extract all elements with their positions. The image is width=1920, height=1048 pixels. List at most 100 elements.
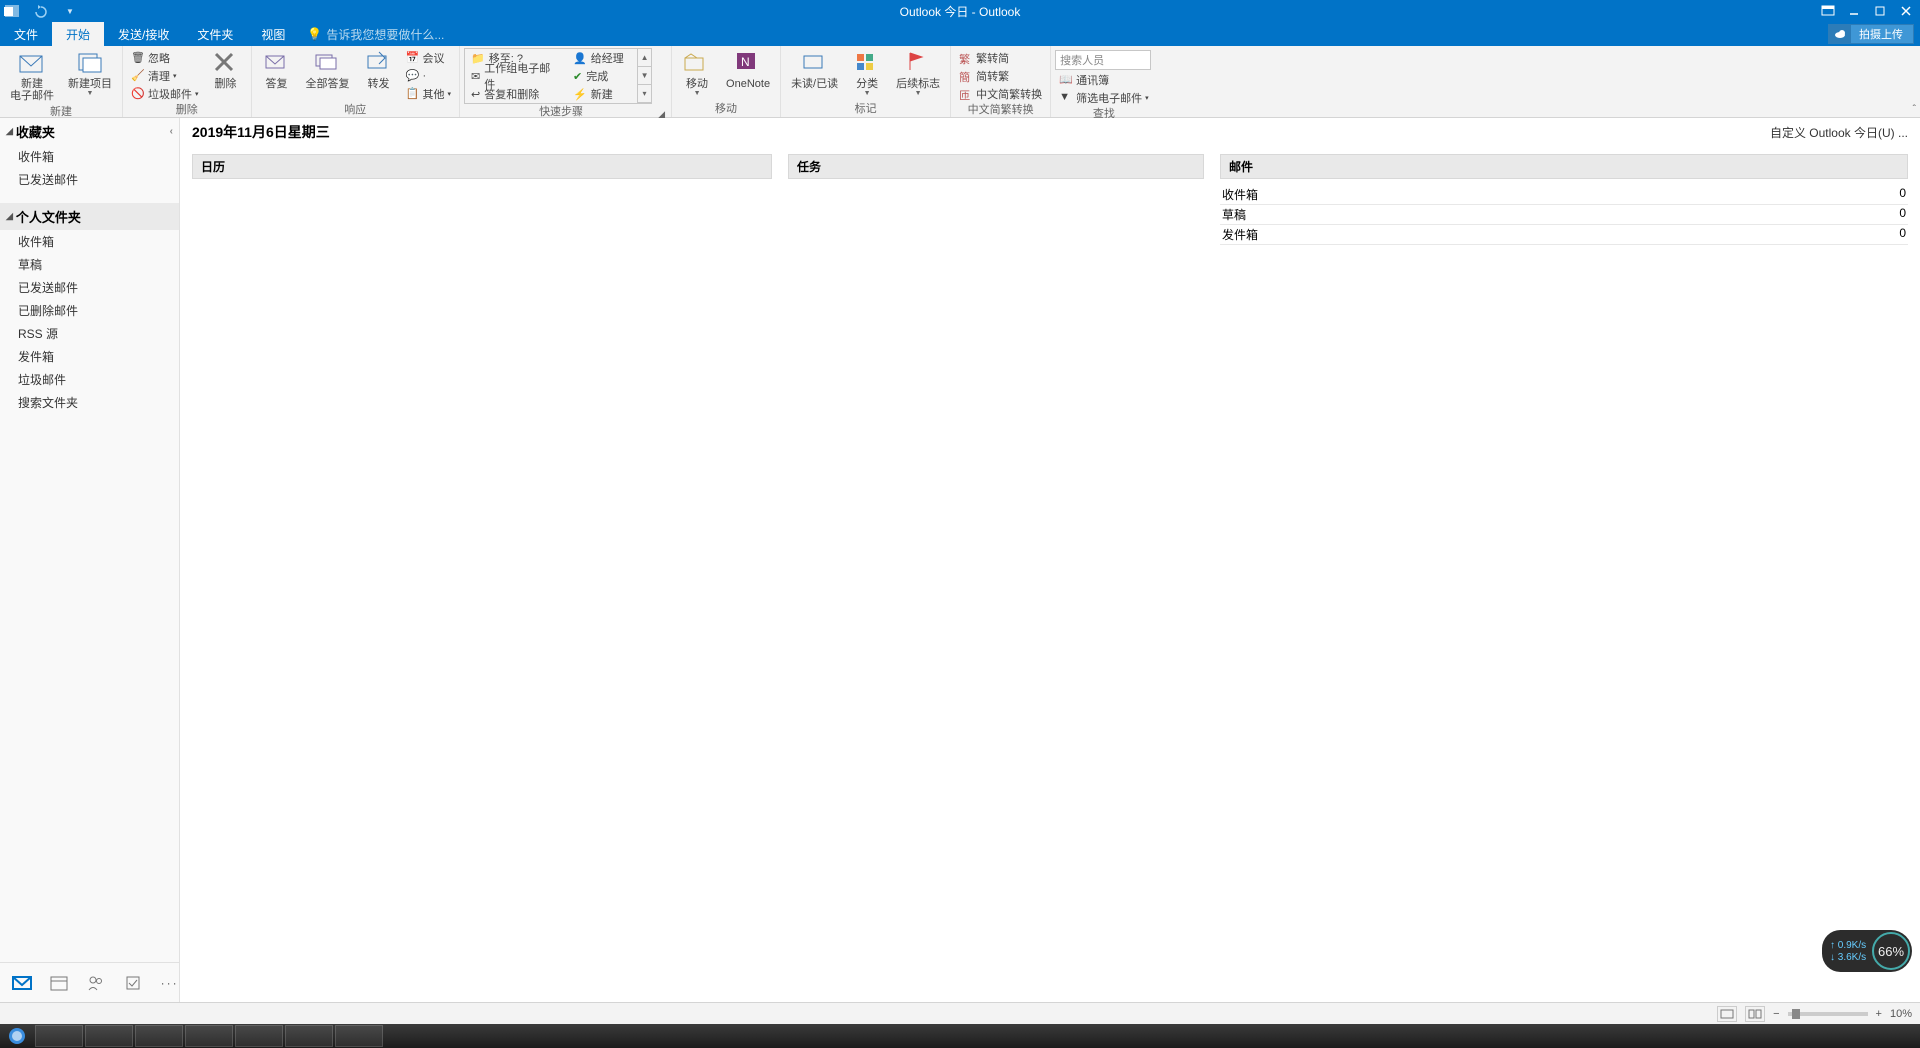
simp-to-trad-button[interactable]: 簡简转繁 xyxy=(955,68,1046,84)
move-button[interactable]: 移动▼ xyxy=(676,48,718,99)
quick-steps-gallery[interactable]: 📁移至: ? ✉工作组电子邮件 ↩答复和删除 👤给经理 ✔完成 ⚡新建 ▲▼▾ xyxy=(464,48,652,104)
delete-icon xyxy=(212,50,240,76)
fav-sent[interactable]: 已发送邮件 xyxy=(0,168,179,191)
taskbar-item[interactable] xyxy=(285,1025,333,1047)
reply-button[interactable]: 答复 xyxy=(256,48,298,92)
nav-calendar-icon[interactable] xyxy=(50,973,69,993)
move-icon xyxy=(683,50,711,76)
folder-drafts[interactable]: 草稿 xyxy=(0,253,179,276)
search-people-input[interactable]: 搜索人员 xyxy=(1055,50,1151,70)
junk-icon: 🚫 xyxy=(131,87,145,101)
ribbon-group-tags: 未读/已读 分类▼ 后续标志▼ 标记 xyxy=(781,46,951,117)
qs-scroll[interactable]: ▲▼▾ xyxy=(637,49,651,103)
taskbar-item[interactable] xyxy=(235,1025,283,1047)
zoom-in[interactable]: + xyxy=(1876,1008,1882,1020)
tab-folder[interactable]: 文件夹 xyxy=(183,22,247,46)
taskbar-item[interactable] xyxy=(185,1025,233,1047)
tab-send-receive[interactable]: 发送/接收 xyxy=(104,22,183,46)
customize-outlook-today[interactable]: 自定义 Outlook 今日(U) ... xyxy=(1770,124,1908,141)
ribbon-display-options[interactable] xyxy=(1816,1,1840,21)
qs-to-manager[interactable]: 👤给经理 xyxy=(567,49,637,67)
nav-mail-icon[interactable] xyxy=(12,973,32,993)
view-reading-button[interactable] xyxy=(1745,1006,1765,1022)
ignore-button[interactable]: 🗑忽略 xyxy=(127,50,203,66)
tab-view[interactable]: 视图 xyxy=(247,22,299,46)
maximize-button[interactable] xyxy=(1868,1,1892,21)
ribbon-group-new: 新建 电子邮件 新建项目 ▼ 新建 xyxy=(0,46,123,117)
new-email-button[interactable]: 新建 电子邮件 xyxy=(4,48,60,104)
taskbar-item[interactable] xyxy=(135,1025,183,1047)
calendar-panel: 日历 xyxy=(192,154,772,245)
ignore-icon: 🗑 xyxy=(131,51,145,65)
delete-button[interactable]: 删除 xyxy=(205,48,247,92)
onenote-icon: N xyxy=(734,50,762,76)
net-down: ↓ 3.6K/s xyxy=(1830,952,1866,963)
collapse-ribbon[interactable]: ˆ xyxy=(1913,104,1916,115)
trad-to-simp-button[interactable]: 繁繁转简 xyxy=(955,50,1046,66)
zoom-out[interactable]: − xyxy=(1773,1008,1779,1020)
chinese-convert-button[interactable]: 匝中文简繁转换 xyxy=(955,86,1046,102)
filter-email-button[interactable]: ▼筛选电子邮件▾ xyxy=(1055,90,1153,106)
reply-all-button[interactable]: 全部答复 xyxy=(300,48,356,92)
personal-folders-header[interactable]: ◢ 个人文件夹 xyxy=(0,203,179,230)
lightning-icon: ⚡ xyxy=(573,88,587,101)
close-button[interactable] xyxy=(1894,1,1918,21)
folder-deleted[interactable]: 已删除邮件 xyxy=(0,299,179,322)
tell-me-search[interactable]: 💡 告诉我您想要做什么... xyxy=(307,22,444,46)
upload-button[interactable]: 拍摄上传 xyxy=(1828,24,1914,44)
ribbon-group-move: 移动▼ N OneNote 移动 xyxy=(672,46,781,117)
taskbar-item[interactable] xyxy=(335,1025,383,1047)
zoom-slider[interactable] xyxy=(1788,1012,1868,1016)
qat-dropdown[interactable]: ▼ xyxy=(58,1,82,21)
forward-button[interactable]: 转发 xyxy=(358,48,400,92)
folder-junk[interactable]: 垃圾邮件 xyxy=(0,368,179,391)
im-button[interactable]: 💬· xyxy=(402,68,456,84)
folder-search[interactable]: 搜索文件夹 xyxy=(0,391,179,414)
tab-file[interactable]: 文件 xyxy=(0,22,52,46)
folder-outbox[interactable]: 发件箱 xyxy=(0,345,179,368)
titlebar: ▼ Outlook 今日 - Outlook xyxy=(0,0,1920,22)
onenote-button[interactable]: N OneNote xyxy=(720,48,776,92)
clean-button[interactable]: 🧹清理▾ xyxy=(127,68,203,84)
net-up: ↑ 0.9K/s xyxy=(1830,940,1866,951)
nav-people-icon[interactable] xyxy=(87,973,106,993)
view-normal-button[interactable] xyxy=(1717,1006,1737,1022)
mail-row-drafts[interactable]: 草稿0 xyxy=(1220,205,1908,225)
start-button[interactable] xyxy=(0,1024,34,1048)
taskbar-item[interactable] xyxy=(35,1025,83,1047)
address-book-button[interactable]: 📖通讯簿 xyxy=(1055,72,1153,88)
followup-button[interactable]: 后续标志▼ xyxy=(890,48,946,99)
meeting-button[interactable]: 📅会议 xyxy=(402,50,456,66)
more-respond-button[interactable]: 📋其他▾ xyxy=(402,86,456,102)
new-email-icon xyxy=(18,50,46,76)
qs-reply-delete[interactable]: ↩答复和删除 xyxy=(465,85,567,103)
folder-sent[interactable]: 已发送邮件 xyxy=(0,276,179,299)
taskbar-item[interactable] xyxy=(85,1025,133,1047)
new-items-button[interactable]: 新建项目 ▼ xyxy=(62,48,118,99)
unread-button[interactable]: 未读/已读 xyxy=(785,48,844,92)
undo-button[interactable] xyxy=(28,1,52,21)
window-title: Outlook 今日 - Outlook xyxy=(900,3,1021,20)
categorize-button[interactable]: 分类▼ xyxy=(846,48,888,99)
nav-more-icon[interactable]: ··· xyxy=(160,973,179,993)
network-widget[interactable]: ↑ 0.9K/s ↓ 3.6K/s 66% xyxy=(1822,930,1912,972)
junk-button[interactable]: 🚫垃圾邮件▾ xyxy=(127,86,203,102)
folder-rss[interactable]: RSS 源 xyxy=(0,322,179,345)
collapse-sidebar-icon[interactable]: ‹ xyxy=(170,126,173,137)
tab-home[interactable]: 开始 xyxy=(52,22,104,46)
favorites-header[interactable]: ◢ 收藏夹 ‹ xyxy=(0,118,179,145)
ribbon-group-tags-label: 标记 xyxy=(785,101,946,117)
reply-icon xyxy=(263,50,291,76)
fav-inbox[interactable]: 收件箱 xyxy=(0,145,179,168)
mail-row-outbox[interactable]: 发件箱0 xyxy=(1220,225,1908,245)
status-bar: − + 10% xyxy=(0,1002,1920,1024)
im-icon: 💬 xyxy=(406,69,420,83)
mail-panel-header: 邮件 xyxy=(1220,154,1908,179)
minimize-button[interactable] xyxy=(1842,1,1866,21)
mail-row-inbox[interactable]: 收件箱0 xyxy=(1220,185,1908,205)
nav-tasks-icon[interactable] xyxy=(124,973,143,993)
qs-create[interactable]: ⚡新建 xyxy=(567,85,637,103)
qs-done[interactable]: ✔完成 xyxy=(567,67,637,85)
folder-inbox[interactable]: 收件箱 xyxy=(0,230,179,253)
qs-team-email[interactable]: ✉工作组电子邮件 xyxy=(465,67,567,85)
